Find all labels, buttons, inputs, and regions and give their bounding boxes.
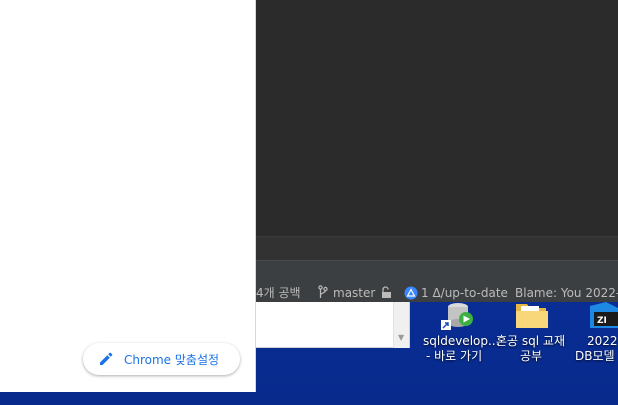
scroll-down-icon[interactable]: ▼ [398,333,404,342]
customize-chrome-label: Chrome 맞춤설정 [124,352,220,367]
git-branch-widget[interactable]: master [318,285,375,301]
desktop-icon-label: 2022 [587,334,618,348]
folder-icon [516,304,548,328]
text-area-window[interactable]: ▼ [256,302,410,348]
desktop-icon-sql-book[interactable]: 혼공 sql 교재 공부 [494,300,570,366]
svg-text:ZI: ZI [597,316,607,326]
sqldeveloper-shortcut-icon [441,303,473,330]
ide-window: 4개 공백 master 1 Δ/up-to-date Blame: You 2… [256,0,618,302]
desktop-icon-label: - 바로 가기 [426,349,483,363]
unlock-icon [382,286,391,298]
git-branch-label: master [333,286,376,300]
blame-annotation[interactable]: Blame: You 2022-1 [515,285,618,301]
vcs-status-widget[interactable]: 1 Δ/up-to-date [404,285,508,301]
desktop-icon-label: 혼공 sql 교재 [496,334,565,348]
desktop-icon-sqldeveloper[interactable]: sqldevelop... - 바로 가기 [420,300,499,366]
pencil-icon [100,352,113,365]
read-only-toggle[interactable] [381,285,392,301]
ide-status-bar: 4개 공백 master 1 Δ/up-to-date Blame: You 2… [256,260,618,302]
zip-archive-icon: ZI [590,302,618,328]
tool-panel-bar [256,236,618,260]
desktop-icon-label: 공부 [520,349,543,363]
vertical-scrollbar[interactable]: ▼ [393,302,409,348]
chrome-new-tab-page: Chrome 맞춤설정 [0,0,256,392]
code-editor-area[interactable] [256,0,618,236]
indent-whitespace-status[interactable]: 4개 공백 [256,285,301,301]
desktop-icon-2022-db[interactable]: ZI 2022 DB모델 [572,300,618,366]
desktop-icon-label: sqldevelop... [423,334,500,348]
desktop-icon-label: DB모델 [575,349,615,363]
customize-chrome-button[interactable]: Chrome 맞춤설정 [83,343,240,375]
vcs-triangle-icon [404,286,418,300]
branch-icon [318,285,328,298]
vcs-status-label: 1 Δ/up-to-date [421,286,508,300]
